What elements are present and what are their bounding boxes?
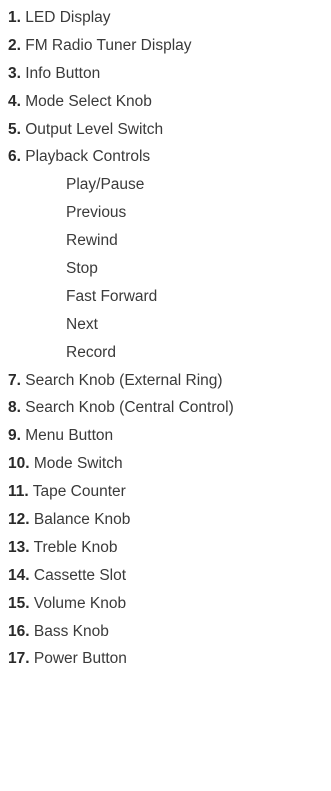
legend-item: 16. Bass Knob — [8, 618, 234, 646]
item-number: 5. — [8, 120, 21, 138]
item-number: 14. — [8, 566, 30, 584]
item-number: 2. — [8, 36, 21, 54]
item-number: 16. — [8, 622, 30, 640]
item-number: 10. — [8, 455, 30, 473]
legend-subitem: Fast Forward — [8, 283, 234, 311]
item-number: 15. — [8, 594, 30, 612]
legend-item: 14. Cassette Slot — [8, 562, 234, 590]
item-number: 8. — [8, 399, 21, 417]
item-label: Tape Counter — [32, 483, 126, 501]
subitem-label: Fast Forward — [66, 287, 158, 305]
item-label: Treble Knob — [33, 538, 118, 556]
legend-item: 10. Mode Switch — [8, 450, 234, 478]
item-label: FM Radio Tuner Display — [25, 36, 192, 54]
subitem-label: Stop — [66, 260, 98, 278]
legend-item: 1. LED Display — [8, 4, 234, 32]
legend-item: 12. Balance Knob — [8, 506, 234, 534]
item-label: Playback Controls — [25, 148, 151, 166]
item-label: Mode Select Knob — [25, 92, 152, 110]
item-number: 17. — [8, 650, 30, 668]
item-number: 11. — [8, 483, 29, 501]
legend-subitem: Play/Pause — [8, 171, 234, 199]
legend-subitem: Stop — [8, 255, 234, 283]
legend-item: 7. Search Knob (External Ring) — [8, 367, 234, 395]
subitem-label: Rewind — [66, 232, 118, 250]
subitem-label: Play/Pause — [66, 176, 145, 194]
item-number: 1. — [8, 9, 21, 26]
legend-item: 3. Info Button — [8, 60, 234, 88]
item-label: Power Button — [33, 650, 127, 668]
legend-subitem: Record — [8, 339, 234, 367]
item-label: Balance Knob — [33, 511, 131, 529]
legend-item: 2. FM Radio Tuner Display — [8, 32, 234, 60]
item-number: 6. — [8, 148, 21, 166]
item-number: 7. — [8, 371, 21, 389]
item-label: Search Knob (Central Control) — [25, 399, 234, 417]
legend-item: 5. Output Level Switch — [8, 116, 234, 144]
item-number: 3. — [8, 64, 21, 82]
legend-item: 13. Treble Knob — [8, 534, 234, 562]
item-label: Mode Switch — [33, 455, 123, 473]
item-number: 9. — [8, 427, 21, 445]
item-label: Menu Button — [25, 427, 114, 445]
subitem-label: Record — [66, 343, 116, 361]
subitem-label: Previous — [66, 204, 127, 222]
legend-item: 6. Playback Controls — [8, 143, 234, 171]
item-label: Output Level Switch — [25, 120, 164, 138]
legend-item: 17. Power Button — [8, 645, 234, 673]
item-number: 4. — [8, 92, 21, 110]
legend-subitem: Next — [8, 311, 234, 339]
legend-item: 9. Menu Button — [8, 422, 234, 450]
legend-subitem: Previous — [8, 199, 234, 227]
legend-item: 15. Volume Knob — [8, 590, 234, 618]
item-label: Bass Knob — [33, 622, 109, 640]
item-number: 12. — [8, 511, 30, 529]
item-number: 13. — [8, 538, 30, 556]
item-label: Cassette Slot — [33, 566, 127, 584]
component-legend-list: 1. LED Display 2. FM Radio Tuner Display… — [8, 4, 234, 673]
item-label: Info Button — [25, 64, 101, 82]
item-label: Search Knob (External Ring) — [25, 371, 223, 389]
legend-item: 11. Tape Counter — [8, 478, 234, 506]
legend-item: 4. Mode Select Knob — [8, 88, 234, 116]
legend-item: 8. Search Knob (Central Control) — [8, 394, 234, 422]
subitem-label: Next — [66, 315, 98, 333]
item-label: LED Display — [25, 9, 111, 26]
legend-subitem: Rewind — [8, 227, 234, 255]
item-label: Volume Knob — [33, 594, 127, 612]
